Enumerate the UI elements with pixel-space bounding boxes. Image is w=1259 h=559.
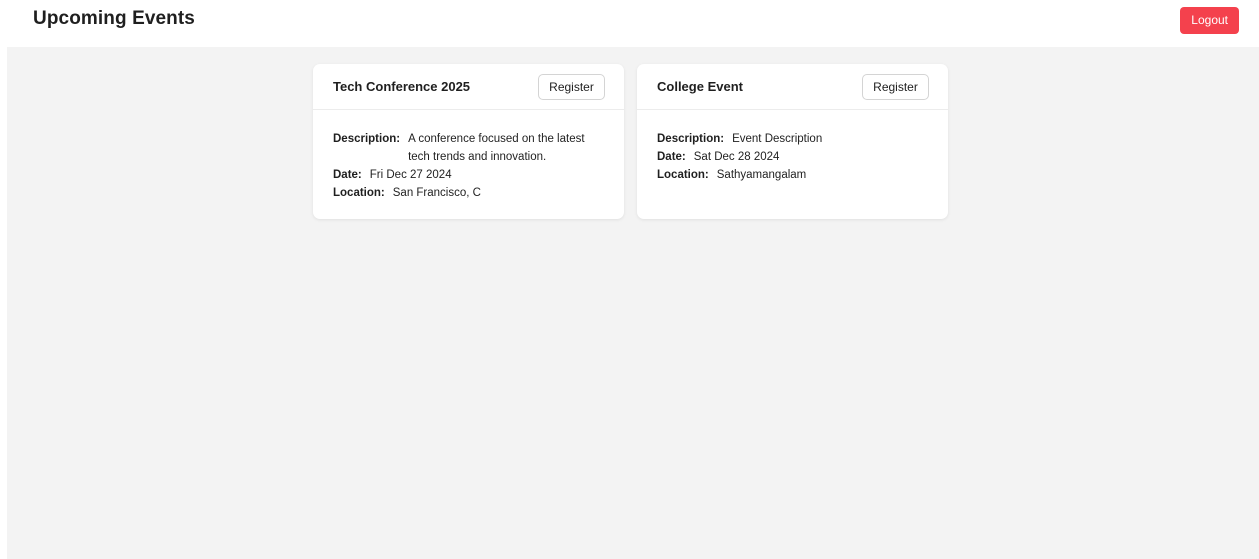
date-row: Date: Sat Dec 28 2024 bbox=[657, 148, 928, 166]
event-details: Description: Event Description Date: Sat… bbox=[637, 110, 948, 184]
location-row: Location: Sathyamangalam bbox=[657, 166, 928, 184]
event-card-header: Tech Conference 2025 Register bbox=[313, 64, 624, 110]
events-area: Tech Conference 2025 Register Descriptio… bbox=[7, 47, 1259, 559]
location-value: San Francisco, C bbox=[392, 187, 481, 199]
description-label: Description: bbox=[657, 133, 725, 145]
date-value: Sat Dec 28 2024 bbox=[693, 151, 780, 163]
page-title: Upcoming Events bbox=[33, 8, 195, 29]
event-title: College Event bbox=[657, 79, 743, 94]
location-row: Location: San Francisco, C bbox=[333, 184, 604, 202]
date-value: Fri Dec 27 2024 bbox=[369, 169, 452, 181]
event-details: Description: A conference focused on the… bbox=[313, 110, 624, 202]
description-row: Description: Event Description bbox=[657, 130, 928, 148]
date-label: Date: bbox=[657, 151, 686, 163]
event-card-header: College Event Register bbox=[637, 64, 948, 110]
description-value: Event Description bbox=[732, 133, 823, 145]
logout-button[interactable]: Logout bbox=[1180, 7, 1239, 34]
register-button[interactable]: Register bbox=[538, 74, 605, 100]
location-label: Location: bbox=[657, 169, 709, 181]
description-label: Description: bbox=[333, 133, 401, 145]
top-header: Upcoming Events Logout bbox=[0, 0, 1259, 47]
register-button[interactable]: Register bbox=[862, 74, 929, 100]
description-value: A conference focused on the latest tech … bbox=[408, 133, 585, 163]
event-card: Tech Conference 2025 Register Descriptio… bbox=[313, 64, 624, 219]
event-title: Tech Conference 2025 bbox=[333, 79, 471, 94]
date-label: Date: bbox=[333, 169, 362, 181]
location-label: Location: bbox=[333, 187, 385, 199]
location-value: Sathyamangalam bbox=[716, 169, 807, 181]
date-row: Date: Fri Dec 27 2024 bbox=[333, 166, 604, 184]
event-card: College Event Register Description: Even… bbox=[637, 64, 948, 219]
description-row: Description: A conference focused on the… bbox=[333, 130, 604, 166]
